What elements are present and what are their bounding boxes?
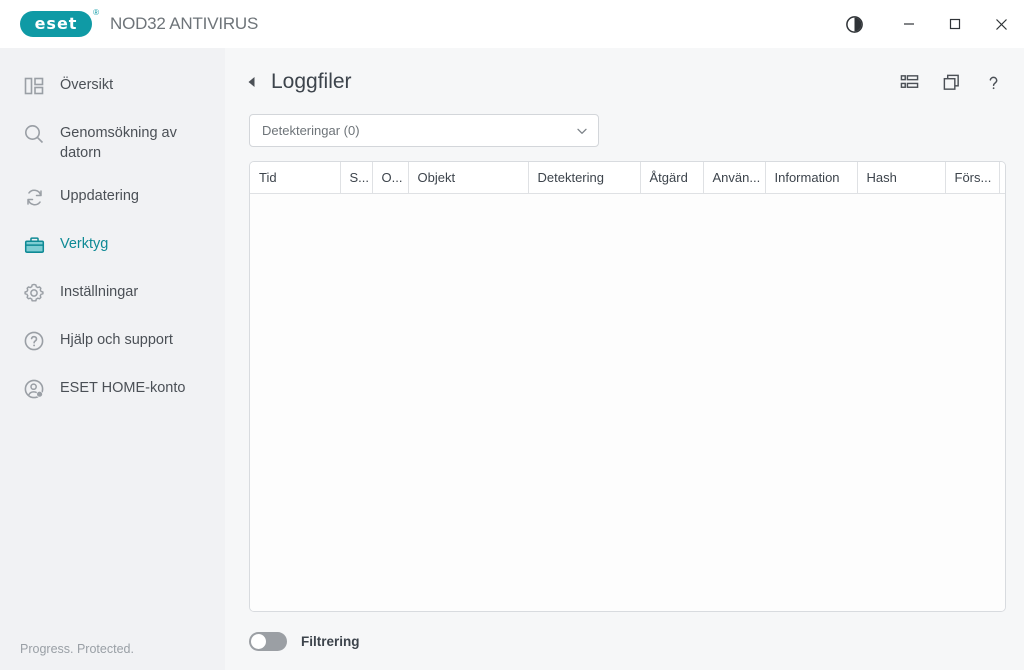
log-table-column-header[interactable]: S...: [340, 162, 373, 194]
log-table-column-header[interactable]: O...: [372, 162, 409, 194]
dashboard-icon: [20, 72, 48, 100]
sidebar-item-hjalp[interactable]: Hjälp och support: [0, 317, 225, 365]
close-button[interactable]: [978, 0, 1024, 48]
brand-area: eset ® NOD32 ANTIVIRUS: [0, 8, 259, 37]
sidebar-label-oversikt: Översikt: [60, 77, 114, 93]
log-table-column-header[interactable]: Information: [765, 162, 858, 194]
footer-bar: Filtrering: [225, 612, 1024, 670]
gear-icon: [20, 279, 48, 307]
contrast-circle-icon: [845, 15, 863, 33]
page-title: Loggfiler: [271, 70, 352, 93]
log-table-header-row: Tid S... O... Objekt Detektering Åtgärd Använ.…: [250, 162, 1005, 194]
eset-logo: eset ®: [20, 8, 99, 37]
minimize-button[interactable]: [886, 0, 932, 48]
log-table-body-empty[interactable]: [250, 193, 1005, 611]
sidebar-item-installningar[interactable]: Inställningar: [0, 269, 225, 317]
filtering-toggle-track: [249, 631, 287, 651]
sidebar: Översikt Genomsökning av datorn Uppdater…: [0, 48, 225, 670]
log-table-header: Tid S... O... Objekt Detektering Åtgärd Använ.…: [250, 162, 1005, 194]
log-table-column-header[interactable]: Hash: [857, 162, 946, 194]
eset-logo-text: eset: [34, 14, 78, 33]
copy-icon[interactable]: [938, 69, 964, 95]
product-name: NOD32 ANTIVIRUS: [110, 14, 259, 33]
details-view-icon[interactable]: [896, 69, 922, 95]
log-type-select-value: Detekteringar (0): [262, 123, 360, 138]
toolbox-icon: [20, 231, 48, 259]
log-table-column-header[interactable]: Objekt: [408, 162, 529, 194]
close-icon: [995, 18, 1007, 30]
theme-toggle-button[interactable]: [830, 0, 878, 48]
minimize-icon: [904, 23, 914, 25]
eset-app-window: eset ® NOD32 ANTIVIRUS Översikt Genomsök…: [0, 0, 1024, 670]
body-wrapper: Översikt Genomsökning av datorn Uppdater…: [0, 48, 1024, 670]
log-table-area: Tid S... O... Objekt Detektering Åtgärd Använ.…: [225, 147, 1024, 612]
protection-status-text: Progress. Protected.: [20, 642, 134, 656]
sidebar-label-hjalp: Hjälp och support: [60, 332, 173, 349]
title-bar: eset ® NOD32 ANTIVIRUS: [0, 0, 1024, 48]
maximize-button[interactable]: [932, 0, 978, 48]
log-table-card: Tid S... O... Objekt Detektering Åtgärd Använ.…: [249, 161, 1006, 612]
user-circle-icon: [20, 375, 48, 403]
log-table-column-header[interactable]: Förs...: [945, 162, 1000, 194]
question-circle-icon: [20, 327, 48, 355]
sidebar-label-verktyg: Verktyg: [60, 236, 109, 253]
window-controls: [830, 0, 1024, 48]
help-icon[interactable]: [980, 69, 1006, 95]
filtering-toggle-knob: [251, 633, 266, 649]
page-header: Loggfiler: [225, 58, 1024, 106]
log-table-column-header[interactable]: Åtgärd: [640, 162, 704, 194]
registered-trademark-icon: ®: [93, 8, 99, 17]
search-icon: [20, 120, 48, 148]
filtering-toggle[interactable]: Filtrering: [249, 631, 360, 651]
sidebar-item-oversikt[interactable]: Översikt: [0, 62, 225, 110]
sidebar-item-genomsokning[interactable]: Genomsökning av datorn: [0, 110, 225, 173]
filtering-toggle-label: Filtrering: [301, 633, 360, 649]
sidebar-label-uppdatering: Uppdatering: [60, 188, 139, 205]
sidebar-label-eset-home: ESET HOME-konto: [60, 380, 186, 397]
sidebar-item-eset-home[interactable]: ESET HOME-konto: [0, 365, 225, 413]
chevron-left-icon: [248, 77, 255, 87]
header-actions: [896, 69, 1006, 95]
main-content: Loggfiler Detekteringar (0) Tid S... O..…: [225, 48, 1024, 670]
chevron-down-icon: [576, 125, 588, 137]
log-table-column-header[interactable]: [999, 162, 1005, 194]
log-type-select[interactable]: Detekteringar (0): [249, 114, 599, 147]
back-button[interactable]: [239, 69, 265, 95]
sidebar-label-installningar: Inställningar: [60, 284, 139, 301]
sidebar-item-uppdatering[interactable]: Uppdatering: [0, 173, 225, 221]
log-table-column-header[interactable]: Detektering: [528, 162, 641, 194]
log-table-column-header[interactable]: Tid: [250, 162, 341, 194]
maximize-icon: [949, 18, 961, 30]
sidebar-label-genomsokning: Genomsökning av datorn: [60, 125, 177, 161]
sidebar-item-verktyg[interactable]: Verktyg: [0, 221, 225, 269]
refresh-icon: [20, 183, 48, 211]
log-table: Tid S... O... Objekt Detektering Åtgärd Använ.…: [250, 162, 1005, 194]
log-table-column-header[interactable]: Använ...: [703, 162, 766, 194]
log-filter-row: Detekteringar (0): [225, 106, 1024, 147]
